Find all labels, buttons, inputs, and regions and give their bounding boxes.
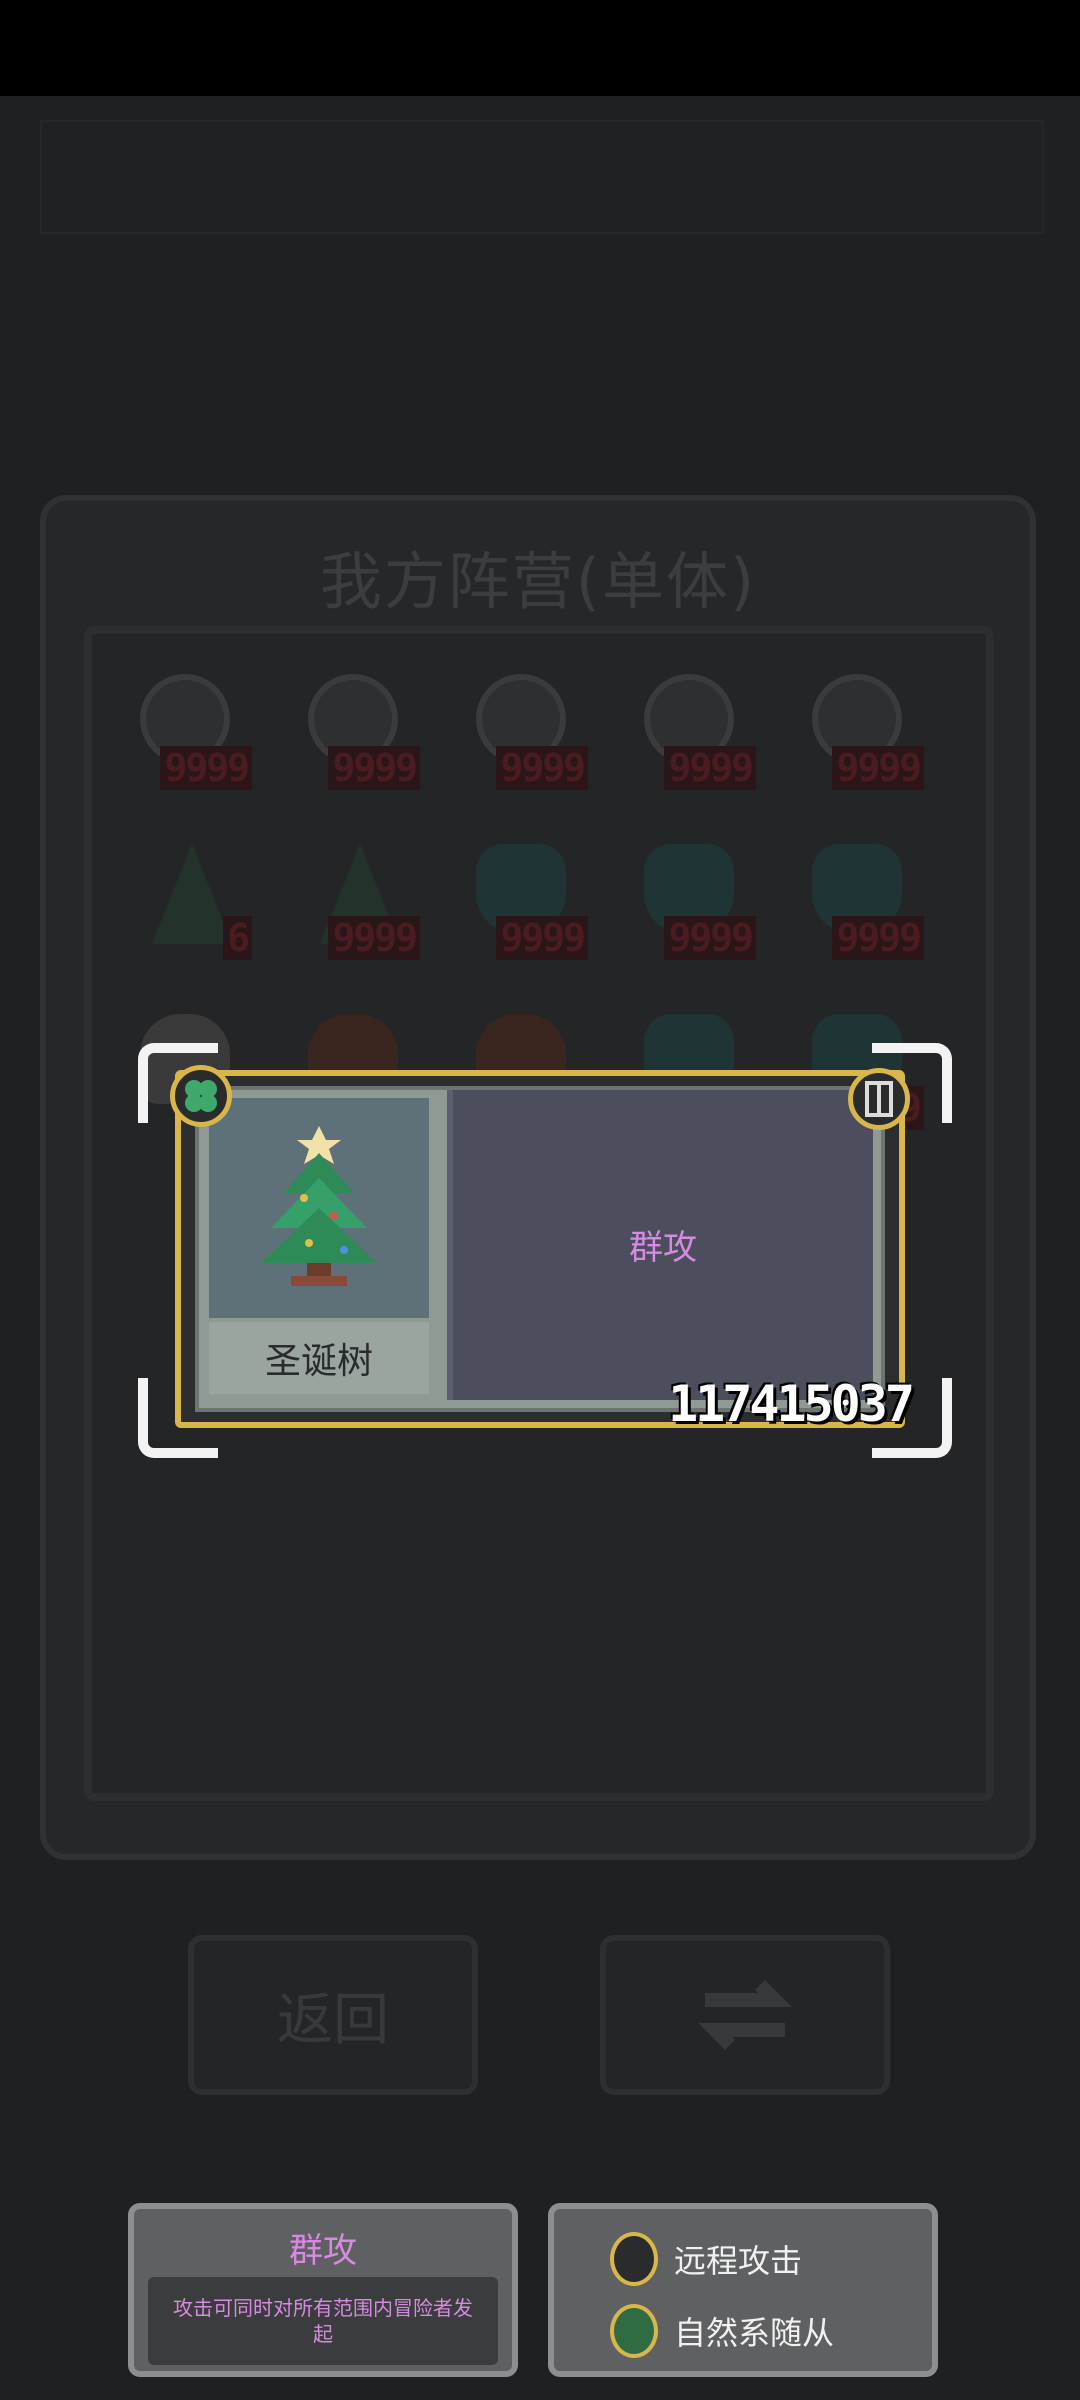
- swap-icon: [698, 1980, 792, 2050]
- swap-button[interactable]: [600, 1935, 890, 2095]
- unit-count: 9999: [832, 746, 924, 790]
- roster-unit[interactable]: 6: [122, 844, 252, 960]
- unit-description-panel: 群攻: [447, 1090, 873, 1400]
- skill-title: 群攻: [289, 2231, 357, 2271]
- roster-unit[interactable]: 9999: [290, 844, 420, 960]
- unit-count: 9999: [496, 746, 588, 790]
- unit-count: 9999: [664, 916, 756, 960]
- roster-unit[interactable]: 9999: [458, 844, 588, 960]
- trait-label: 远程攻击: [674, 2242, 803, 2280]
- clover-icon: [170, 1065, 232, 1127]
- unit-count: 9999: [328, 916, 420, 960]
- top-banner: [40, 120, 1044, 234]
- christmas-tree-icon: [261, 1126, 377, 1286]
- unit-count: 9999: [160, 746, 252, 790]
- roster-unit[interactable]: 9999: [626, 844, 756, 960]
- roster-unit[interactable]: 9999: [458, 674, 588, 790]
- unit-card-body: 圣诞树 群攻: [195, 1086, 885, 1412]
- roster-title: 我方阵营(单体): [319, 545, 757, 618]
- trait-label: 自然系随从: [674, 2314, 835, 2352]
- unit-power: 117415037: [668, 1375, 915, 1433]
- clover-icon: [610, 2304, 658, 2358]
- unit-name: 圣诞树: [209, 1322, 429, 1394]
- roster-unit[interactable]: 9999: [794, 844, 924, 960]
- ranged-attack-icon: [610, 2232, 658, 2286]
- unit-count: 6: [223, 916, 252, 960]
- unit-tag: 群攻: [629, 1228, 697, 1268]
- traits-panel: 远程攻击 自然系随从: [548, 2203, 938, 2377]
- roster-unit[interactable]: 9999: [290, 674, 420, 790]
- unit-count: 9999: [328, 746, 420, 790]
- roster-unit[interactable]: 9999: [626, 674, 756, 790]
- roster-unit[interactable]: 9999: [122, 674, 252, 790]
- unit-count: 9999: [832, 916, 924, 960]
- unit-count: 9999: [664, 746, 756, 790]
- back-button[interactable]: 返回: [188, 1935, 478, 2095]
- unit-count: 9999: [496, 916, 588, 960]
- tree-small-unit-icon: [152, 844, 232, 944]
- skill-description: 攻击可同时对所有范围内冒险者发起: [148, 2277, 498, 2365]
- unit-portrait: [209, 1098, 429, 1318]
- status-bar: [0, 0, 1080, 96]
- roster-unit[interactable]: 9999: [794, 674, 924, 790]
- skill-info-panel: 群攻 攻击可同时对所有范围内冒险者发起: [128, 2203, 518, 2377]
- ranged-attack-icon: [848, 1068, 910, 1130]
